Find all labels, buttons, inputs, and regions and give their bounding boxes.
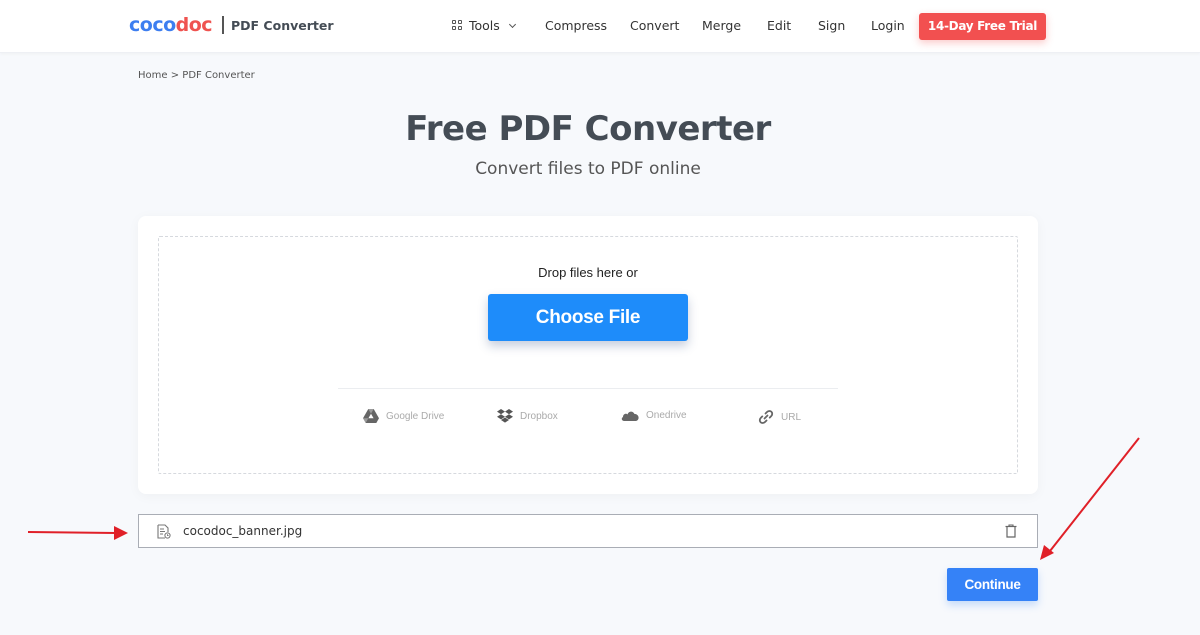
nav-sign[interactable]: Sign: [818, 18, 845, 33]
page-subtitle: Convert files to PDF online: [475, 159, 701, 179]
page-title: Free PDF Converter: [405, 109, 771, 149]
source-onedrive[interactable]: Onedrive: [621, 409, 687, 421]
chevron-down-icon: [508, 20, 516, 28]
top-navbar: cocodoc PDF Converter Tools Compress Con…: [0, 0, 1200, 53]
source-label: Onedrive: [646, 409, 687, 421]
breadcrumb: Home > PDF Converter: [138, 70, 255, 81]
upload-card: Drop files here or Choose File Google Dr…: [138, 216, 1038, 494]
source-url[interactable]: URL: [758, 409, 801, 425]
nav-merge[interactable]: Merge: [702, 18, 741, 33]
source-label: URL: [781, 411, 802, 423]
free-trial-button[interactable]: 14-Day Free Trial: [919, 13, 1046, 40]
cloud-sources: Google Drive Dropbox Onedrive URL: [159, 409, 1017, 429]
uploaded-file-row: cocodoc_banner.jpg: [138, 514, 1038, 548]
arrow-to-file-row: [27, 526, 128, 540]
nav-tools-dropdown[interactable]: Tools: [452, 18, 516, 33]
grid-icon: [452, 20, 463, 31]
arrow-to-continue-button: [1040, 437, 1140, 560]
file-dropzone[interactable]: Drop files here or Choose File Google Dr…: [158, 236, 1018, 474]
breadcrumb-current: PDF Converter: [182, 70, 255, 81]
nav-convert[interactable]: Convert: [630, 18, 679, 33]
drop-files-text: Drop files here or: [538, 265, 638, 280]
source-dropbox[interactable]: Dropbox: [497, 409, 558, 423]
source-label: Dropbox: [520, 410, 558, 422]
divider: [338, 388, 838, 389]
source-google-drive[interactable]: Google Drive: [363, 409, 444, 423]
nav-login[interactable]: Login: [871, 18, 905, 33]
file-image-icon: [157, 524, 171, 539]
link-icon: [758, 410, 774, 424]
breadcrumb-home[interactable]: Home: [138, 70, 168, 81]
source-label: Google Drive: [386, 410, 445, 422]
nav-tools-label: Tools: [469, 18, 500, 33]
trash-icon[interactable]: [1005, 524, 1017, 538]
google-drive-icon: [363, 409, 379, 423]
main-nav: Tools Compress Convert Merge Edit Sign L…: [0, 0, 1200, 53]
continue-button[interactable]: Continue: [947, 568, 1038, 601]
nav-compress[interactable]: Compress: [545, 18, 607, 33]
choose-file-button[interactable]: Choose File: [488, 294, 688, 341]
onedrive-icon: [621, 411, 639, 421]
breadcrumb-separator: >: [170, 70, 180, 81]
file-name: cocodoc_banner.jpg: [183, 524, 303, 538]
dropbox-icon: [497, 409, 513, 423]
nav-edit[interactable]: Edit: [767, 18, 791, 33]
